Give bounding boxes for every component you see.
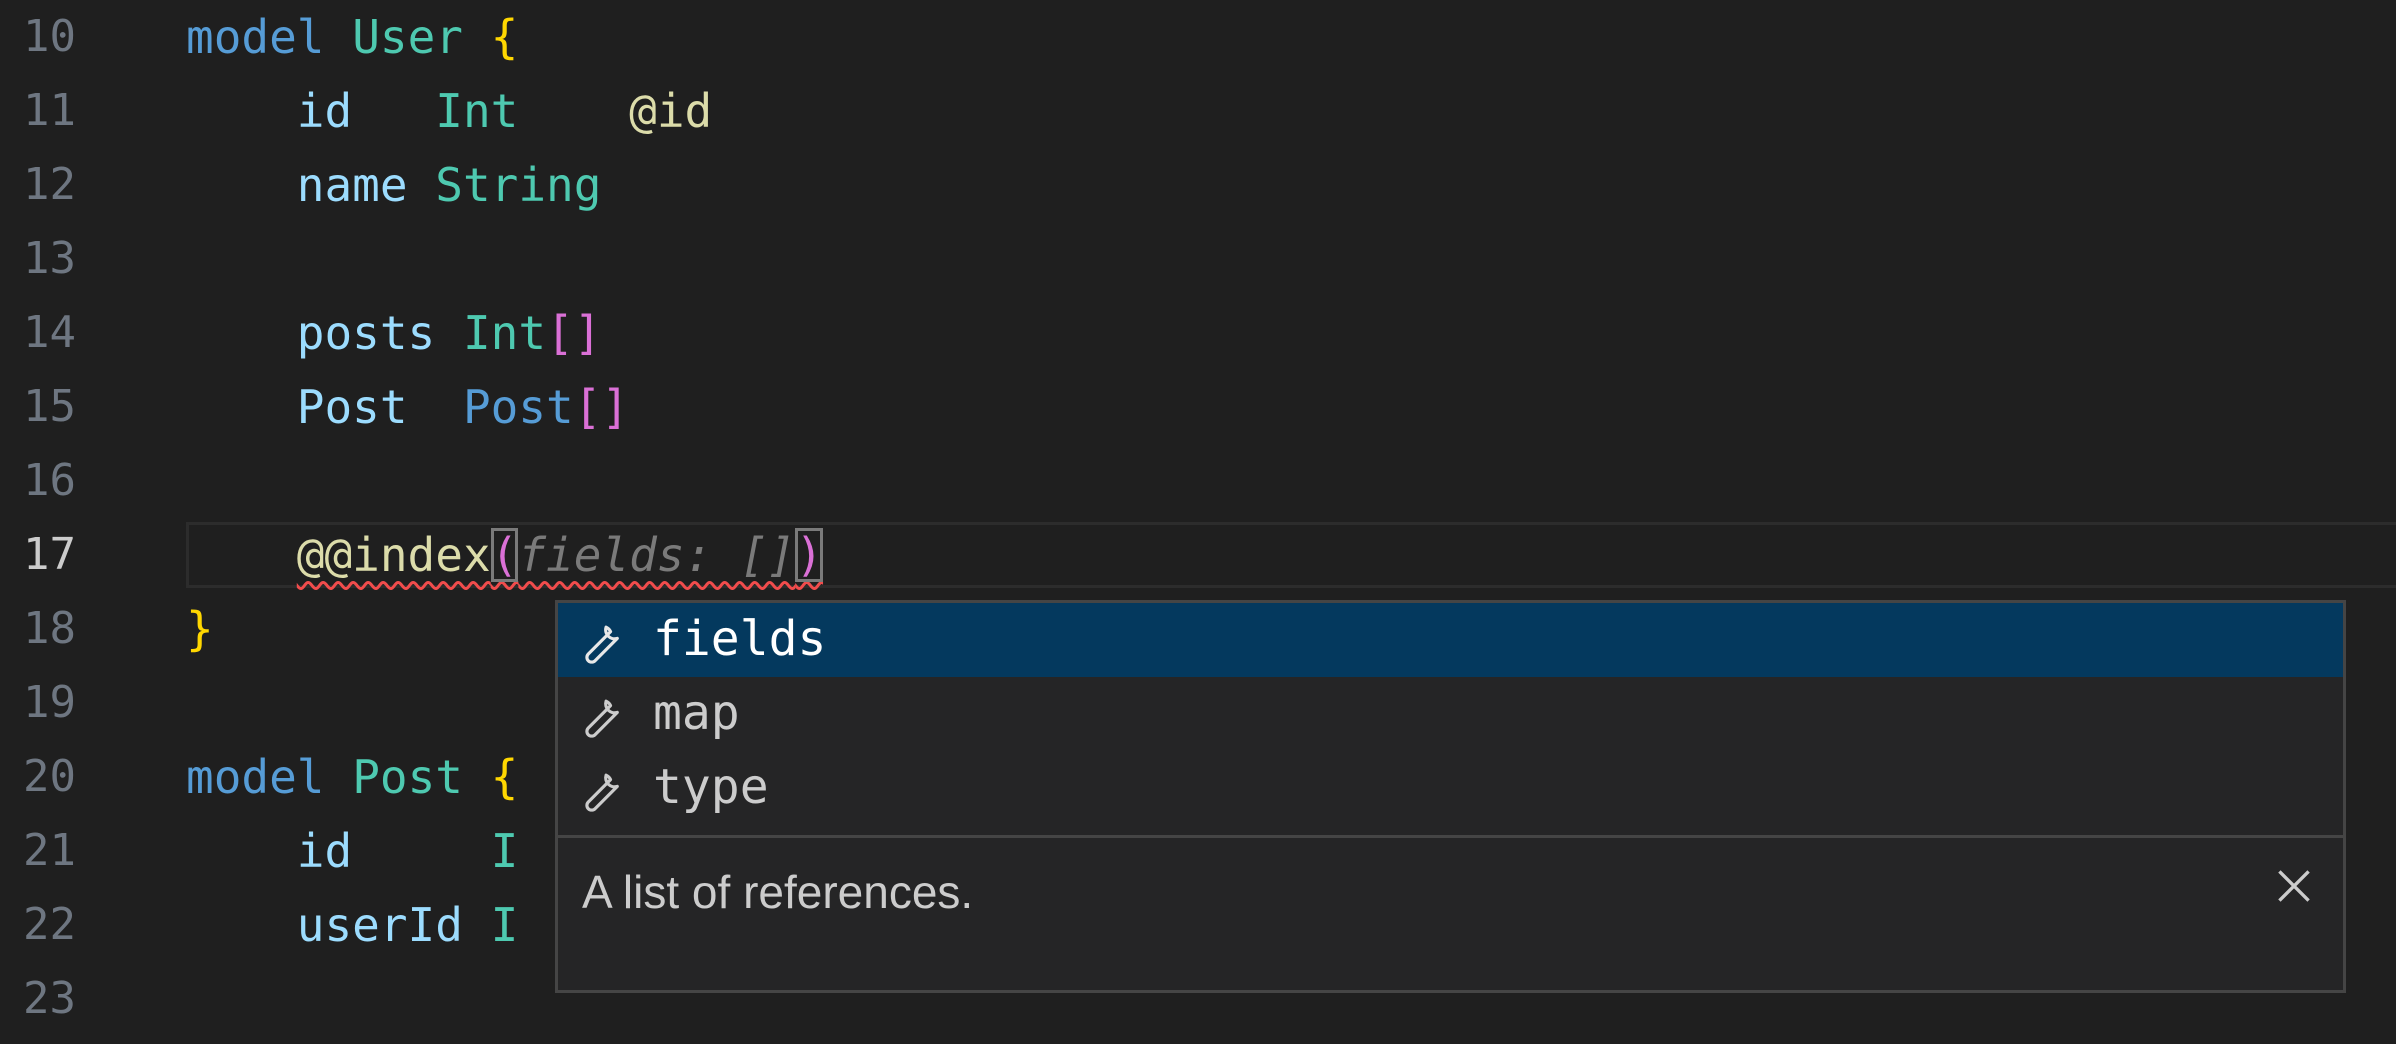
code-text: model Post { — [186, 749, 518, 805]
model-name: Post — [352, 750, 463, 804]
field-name: id — [296, 84, 353, 138]
code-text: userId I — [186, 897, 519, 953]
code-text: id I — [186, 823, 519, 879]
open-paren: ( — [490, 528, 519, 582]
line-number: 11 — [23, 85, 76, 136]
brace: { — [490, 750, 519, 804]
line-number: 21 — [23, 825, 76, 876]
block-attribute: @@index — [296, 528, 491, 582]
suggestion-details: A list of references. — [582, 866, 974, 918]
line-number: 19 — [23, 677, 76, 728]
code-line: 14 posts Int[] — [0, 296, 2396, 370]
brace: } — [186, 602, 214, 656]
line-number: 23 — [23, 973, 76, 1024]
suggestion-label: fields — [653, 611, 827, 667]
code-text: } — [186, 601, 214, 657]
code-line: 15 Post Post[] — [0, 370, 2396, 444]
field-name: id — [296, 824, 353, 878]
model-name: User — [352, 10, 463, 64]
keyword: model — [186, 10, 325, 64]
field-type: Int — [435, 84, 519, 138]
field-type: Post — [462, 380, 574, 434]
field-type: String — [435, 158, 602, 212]
code-text: Post Post[] — [186, 379, 629, 435]
line-number: 22 — [23, 899, 76, 950]
suggestion-item-fields[interactable]: fields — [558, 603, 2343, 677]
line-number: 10 — [23, 11, 76, 62]
brace: { — [490, 10, 519, 64]
code-editor[interactable]: 10 model User { 11 id Int @id 12 name St… — [0, 0, 2396, 1044]
code-text: posts Int[] — [186, 305, 602, 361]
code-line: 13 — [0, 222, 2396, 296]
line-number: 17 — [23, 529, 76, 580]
line-number: 20 — [23, 751, 76, 802]
field-type: Int — [462, 306, 547, 360]
attribute: @id — [629, 84, 713, 138]
code-line: 10 model User { — [0, 0, 2396, 74]
line-number: 15 — [23, 381, 76, 432]
field-name: posts — [296, 306, 436, 360]
current-line[interactable]: 17 @@index(fields: []) — [0, 518, 2396, 592]
code-text: model User { — [186, 9, 518, 65]
code-text: name String — [186, 157, 602, 213]
code-line: 11 id Int @id — [0, 74, 2396, 148]
wrench-icon — [585, 699, 619, 738]
suggestion-item-map[interactable]: map — [558, 677, 2343, 751]
line-number: 14 — [23, 307, 76, 358]
line-number: 13 — [23, 233, 76, 284]
list-brackets: [] — [546, 306, 602, 360]
field-name: userId — [296, 898, 463, 952]
suggestion-label: type — [653, 759, 769, 815]
field-type: I — [490, 824, 519, 878]
line-number: 12 — [23, 159, 76, 210]
line-number: 16 — [23, 455, 76, 506]
code-line: 16 — [0, 444, 2396, 518]
code-line: 12 name String — [0, 148, 2396, 222]
line-number: 18 — [23, 603, 76, 654]
field-name: name — [296, 158, 408, 212]
error-squiggle: @@index(fields: []) — [296, 528, 824, 582]
suggestion-label: map — [653, 685, 740, 741]
details-divider — [558, 835, 2343, 838]
field-name: Post — [296, 380, 408, 434]
code-text: @@index(fields: []) — [186, 527, 824, 583]
field-type: I — [490, 898, 519, 952]
keyword: model — [186, 750, 325, 804]
list-brackets: [] — [573, 380, 630, 434]
close-paren: ) — [795, 528, 824, 582]
suggestion-item-type[interactable]: type — [558, 751, 2343, 825]
code-text: id Int @id — [186, 83, 712, 139]
inlay-hint: fields: [] — [518, 528, 796, 582]
wrench-icon — [585, 773, 619, 812]
close-icon[interactable] — [2269, 861, 2319, 911]
suggestion-widget[interactable]: fields map type A list of references. — [555, 600, 2346, 993]
wrench-icon — [585, 625, 619, 664]
